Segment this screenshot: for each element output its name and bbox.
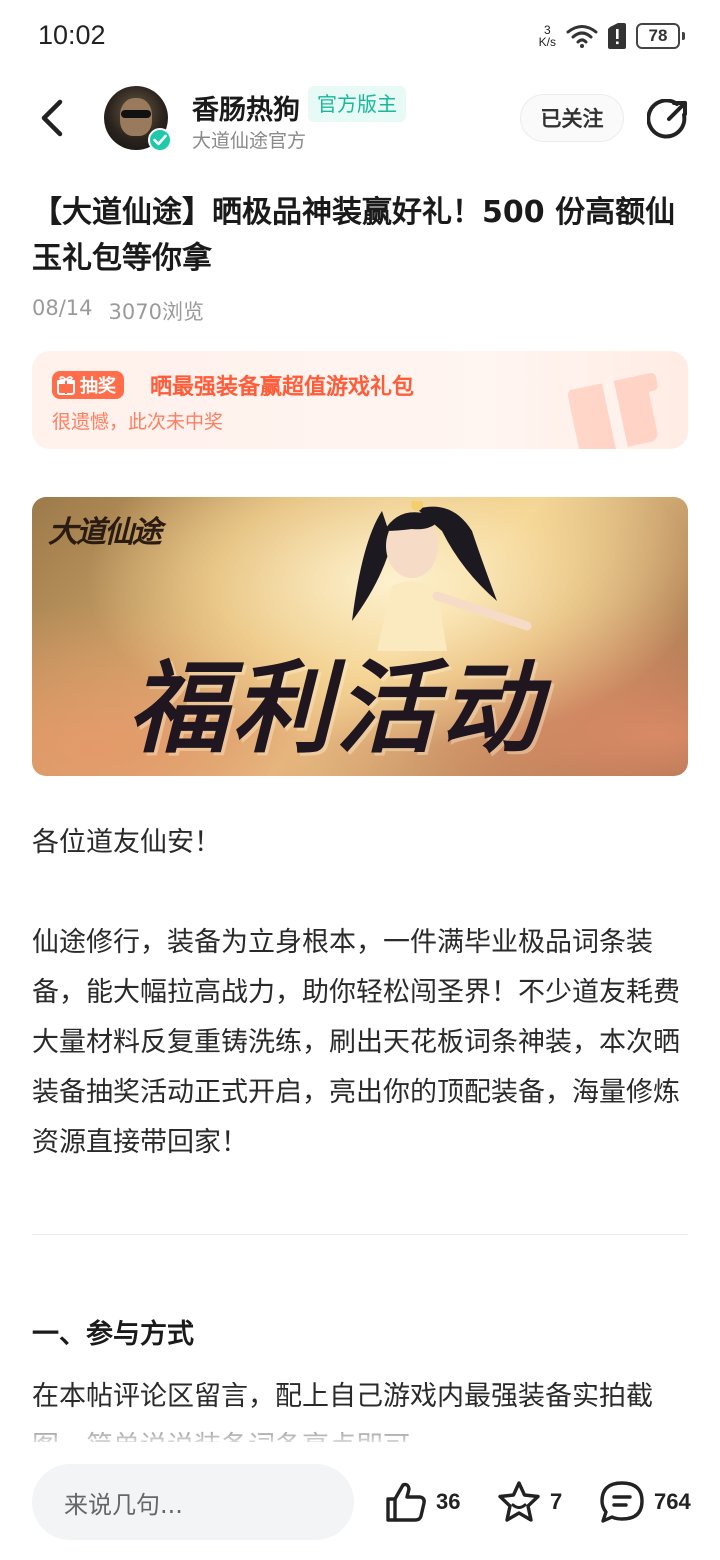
lottery-title: 晒最强装备赢超值游戏礼包 (150, 375, 415, 400)
favorite-button[interactable]: 7 (496, 1478, 562, 1526)
lottery-card[interactable]: 抽奖 晒最强装备赢超值游戏礼包 很遗憾，此次未中奖 (32, 351, 688, 449)
thumbs-up-icon (386, 1482, 426, 1522)
post-body: 各位道友仙安！ 仙途修行，装备为立身根本，一件满毕业极品词条装备，能大幅拉高战力… (32, 818, 688, 1218)
author-subtitle: 大道仙途官方 (192, 130, 307, 152)
post-views: 3070浏览 (108, 300, 204, 324)
wifi-icon (566, 24, 598, 48)
avatar-glasses (121, 110, 151, 118)
battery-indicator: 78 (636, 23, 685, 49)
lottery-tag: 抽奖 (52, 371, 124, 399)
network-speed-unit: K/s (538, 35, 556, 49)
like-count: 36 (436, 1489, 461, 1514)
post-date: 08/14 (32, 296, 93, 320)
gift-decoration-icon (567, 373, 658, 449)
share-button[interactable] (646, 98, 690, 142)
event-banner-image[interactable]: 大道仙途 福利活动 (32, 497, 688, 776)
status-bar: 10:02 3 K/s 78 (0, 0, 720, 72)
comment-input[interactable]: 来说几句... (32, 1464, 354, 1540)
lottery-result: 很遗憾，此次未中奖 (52, 411, 224, 433)
status-icons: 3 K/s 78 (539, 20, 685, 52)
chevron-left-icon (41, 99, 63, 137)
post-greeting: 各位道友仙安！ (32, 827, 221, 858)
section-divider (32, 1234, 688, 1235)
sim-alert-icon (608, 23, 626, 49)
section-heading: 一、参与方式 (32, 1319, 194, 1350)
bottom-action-bar: 来说几句... 36 7 764 (0, 1442, 720, 1560)
comment-bubble-icon (600, 1481, 644, 1523)
gift-icon (57, 376, 75, 395)
author-avatar[interactable] (104, 86, 172, 152)
post-paragraph: 仙途修行，装备为立身根本，一件满毕业极品词条装备，能大幅拉高战力，助你轻松闯圣界… (32, 927, 680, 1158)
scroll-fade (0, 1406, 720, 1446)
like-button[interactable]: 36 (384, 1478, 460, 1526)
post-header: 香肠热狗 官方版主 大道仙途官方 已关注 (0, 80, 720, 160)
follow-button[interactable]: 已关注 (520, 94, 624, 142)
lottery-tag-label: 抽奖 (80, 376, 116, 397)
banner-title: 福利活动 (128, 649, 544, 767)
back-button[interactable] (30, 96, 74, 140)
author-name[interactable]: 香肠热狗 (192, 88, 300, 127)
comment-count: 764 (654, 1489, 691, 1514)
share-icon (647, 99, 687, 139)
game-logo: 大道仙途 (48, 515, 162, 550)
official-moderator-badge: 官方版主 (308, 86, 406, 122)
post-title: 【大道仙途】晒极品神装赢好礼！500 份高额仙玉礼包等你拿 (32, 195, 676, 276)
favorite-count: 7 (550, 1489, 563, 1514)
comments-button[interactable]: 764 (598, 1478, 691, 1526)
network-speed: 3 K/s (539, 24, 556, 48)
post-meta: 08/14 3070浏览 (32, 296, 204, 326)
status-time: 10:02 (38, 20, 106, 50)
star-icon (498, 1481, 540, 1522)
verified-check-icon (148, 128, 172, 152)
